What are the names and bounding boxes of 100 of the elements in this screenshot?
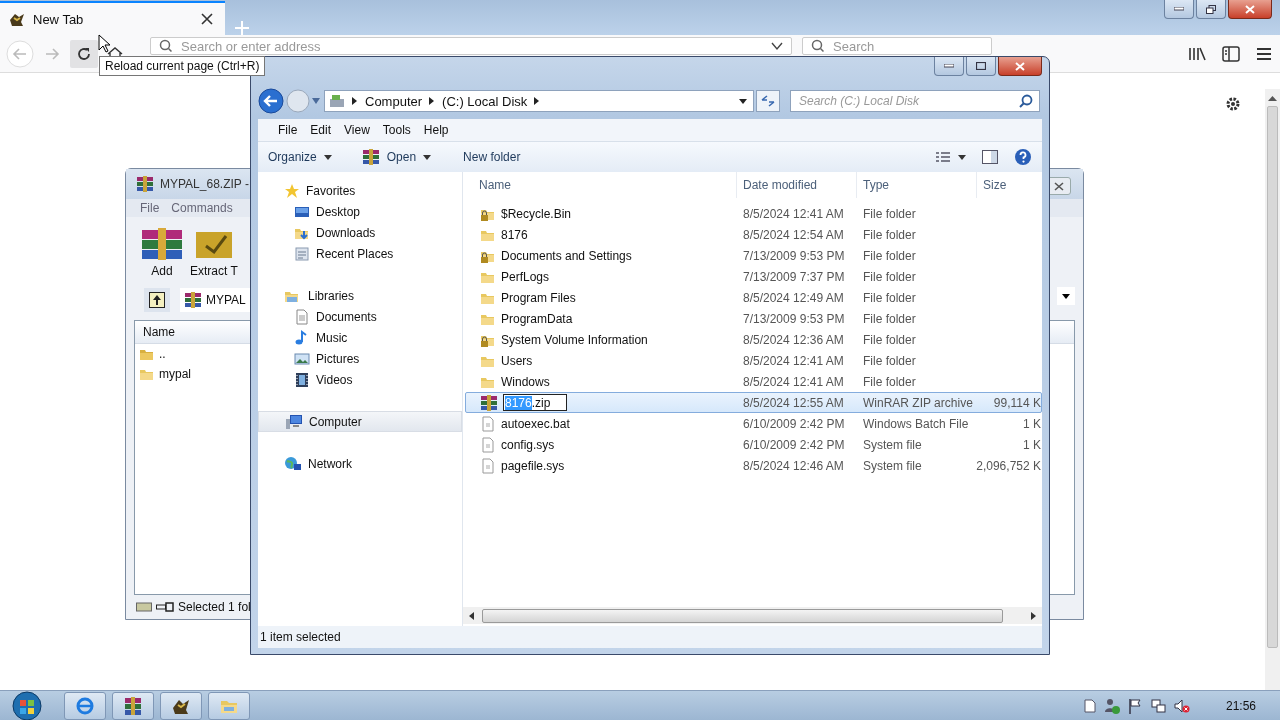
refresh-button[interactable]: [756, 90, 780, 112]
dropdown-icon[interactable]: [739, 98, 747, 104]
dropdown-icon[interactable]: [771, 41, 783, 51]
taskbar-button[interactable]: [160, 691, 202, 720]
file-row[interactable]: config.sys 6/10/2009 2:42 PM System file 1 K: [465, 434, 1042, 455]
column-header[interactable]: Date modified: [736, 172, 856, 198]
breadcrumb-item[interactable]: Computer: [365, 93, 423, 109]
document-icon: [294, 308, 310, 325]
file-row[interactable]: $Recycle.Bin 8/5/2024 12:41 AM File folder: [465, 203, 1042, 224]
menu-item[interactable]: Edit: [310, 123, 332, 137]
type-cell-text: File folder: [862, 206, 917, 221]
file-row[interactable]: System Volume Information 8/5/2024 12:36 AM File folder: [465, 329, 1042, 350]
search-field[interactable]: Search: [833, 38, 983, 54]
column-header[interactable]: Name: [143, 325, 175, 339]
muted-speaker-icon[interactable]: [1173, 697, 1190, 714]
file-name: config.sys: [501, 437, 555, 452]
menu-icon[interactable]: [1256, 46, 1272, 61]
nav-item[interactable]: Network: [258, 453, 462, 474]
flag-icon[interactable]: [1127, 697, 1142, 714]
file-row[interactable]: Program Files 8/5/2024 12:49 AM File folder: [465, 287, 1042, 308]
size-cell-text: 1 K: [1022, 437, 1041, 452]
archive-icon: [123, 695, 143, 716]
settings-icon[interactable]: [1224, 95, 1242, 113]
maximize-button[interactable]: [966, 57, 996, 76]
reload-icon: [76, 45, 92, 62]
breadcrumb-item[interactable]: (C:) Local Disk: [442, 93, 528, 109]
start-button-icon[interactable]: [10, 690, 44, 720]
file-row[interactable]: Windows 8/5/2024 12:41 AM File folder: [465, 371, 1042, 392]
dropdown-button[interactable]: [1057, 287, 1075, 305]
clock[interactable]: 21:56: [1225, 698, 1256, 713]
file-name: ProgramData: [501, 311, 573, 326]
file-row[interactable]: 8176.zip 8/5/2024 12:55 AM WinRAR ZIP archive 99,114 K: [465, 392, 1042, 413]
size-cell: 2,096,752 K: [977, 458, 1041, 473]
minimize-icon: [1174, 7, 1184, 11]
date-cell-text: 7/13/2009 7:37 PM: [742, 269, 846, 284]
menu-item[interactable]: File: [278, 123, 298, 137]
address-field[interactable]: Search or enter address: [181, 38, 755, 54]
network-icon[interactable]: [1149, 697, 1166, 714]
file-name: autoexec.bat: [501, 416, 570, 431]
file-row[interactable]: Documents and Settings 7/13/2009 9:53 PM File folder: [465, 245, 1042, 266]
nav-item[interactable]: Recent Places: [258, 243, 462, 264]
nav-item[interactable]: Libraries: [258, 285, 462, 306]
menu-item[interactable]: Tools: [382, 123, 411, 137]
document-icon[interactable]: [1083, 698, 1096, 713]
pictures-icon: [294, 350, 310, 367]
toolbar-button[interactable]: Extract T: [190, 226, 238, 278]
menu-item[interactable]: Help: [423, 123, 449, 137]
file-row[interactable]: 8176 8/5/2024 12:54 AM File folder: [465, 224, 1042, 245]
address-bar[interactable]: Search or enter address: [150, 37, 792, 55]
toolbar-button[interactable]: Add: [140, 226, 184, 278]
search-field[interactable]: Search (C:) Local Disk: [799, 94, 1019, 108]
scroll-right-icon: [1031, 611, 1036, 620]
column-header[interactable]: Size: [976, 172, 1040, 198]
file-row[interactable]: PerfLogs 7/13/2009 7:37 PM File folder: [465, 266, 1042, 287]
date-cell-text: 8/5/2024 12:49 AM: [742, 290, 845, 305]
taskbar-button[interactable]: [112, 691, 154, 720]
menu-item[interactable]: File: [140, 201, 160, 215]
search-icon: [1019, 94, 1033, 108]
up-button[interactable]: [144, 288, 170, 312]
command-button[interactable]: Organize: [268, 145, 332, 169]
browser-tab[interactable]: New Tab: [0, 1, 225, 35]
file-row[interactable]: ProgramData 7/13/2009 9:53 PM File folder: [465, 308, 1042, 329]
date-cell-text: 6/10/2009 2:42 PM: [742, 437, 846, 452]
scrollbar[interactable]: [463, 607, 1042, 624]
close-icon[interactable]: [201, 13, 213, 25]
nav-item[interactable]: Documents: [258, 306, 462, 327]
address-field[interactable]: Computer (C:) Local Disk: [324, 90, 754, 112]
restore-button[interactable]: [1196, 0, 1226, 19]
file-row[interactable]: pagefile.sys 8/5/2024 12:46 AM System file 2,096,752 K: [465, 455, 1042, 476]
menu-item[interactable]: Commands: [171, 201, 233, 215]
close-button[interactable]: [998, 57, 1042, 76]
search-box[interactable]: Search (C:) Local Disk: [790, 90, 1040, 112]
security-icon[interactable]: [1103, 697, 1120, 714]
reload-button[interactable]: [70, 39, 98, 68]
library-icon[interactable]: [1188, 45, 1206, 62]
close-button[interactable]: [1228, 0, 1272, 19]
rename-field[interactable]: 8176.zip: [503, 394, 567, 411]
command-button[interactable]: Open: [361, 145, 432, 169]
nav-item[interactable]: Desktop: [258, 201, 462, 222]
back-icon[interactable]: [258, 88, 284, 114]
command-button[interactable]: New folder: [463, 145, 521, 169]
nav-item[interactable]: Videos: [258, 369, 462, 390]
close-icon: [1054, 181, 1064, 191]
nav-item[interactable]: Computer: [258, 411, 462, 432]
size-cell-text: 99,114 K: [992, 395, 1041, 410]
nav-item[interactable]: Downloads: [258, 222, 462, 243]
column-header[interactable]: Type: [856, 172, 976, 198]
menu-item[interactable]: View: [344, 123, 370, 137]
nav-item[interactable]: Music: [258, 327, 462, 348]
file-row[interactable]: Users 8/5/2024 12:41 AM File folder: [465, 350, 1042, 371]
history-dropdown-icon[interactable]: [312, 98, 320, 104]
column-header[interactable]: Name: [463, 178, 736, 192]
file-row[interactable]: autoexec.bat 6/10/2009 2:42 PM Windows Batch File 1 K: [465, 413, 1042, 434]
nav-item[interactable]: Favorites: [258, 180, 462, 201]
sidebar-icon[interactable]: [1222, 45, 1240, 62]
search-box[interactable]: Search: [802, 37, 992, 55]
file-icon: [480, 457, 496, 474]
scrollbar[interactable]: [1265, 89, 1280, 690]
path-field[interactable]: MYPAL: [180, 288, 252, 312]
nav-item[interactable]: Pictures: [258, 348, 462, 369]
